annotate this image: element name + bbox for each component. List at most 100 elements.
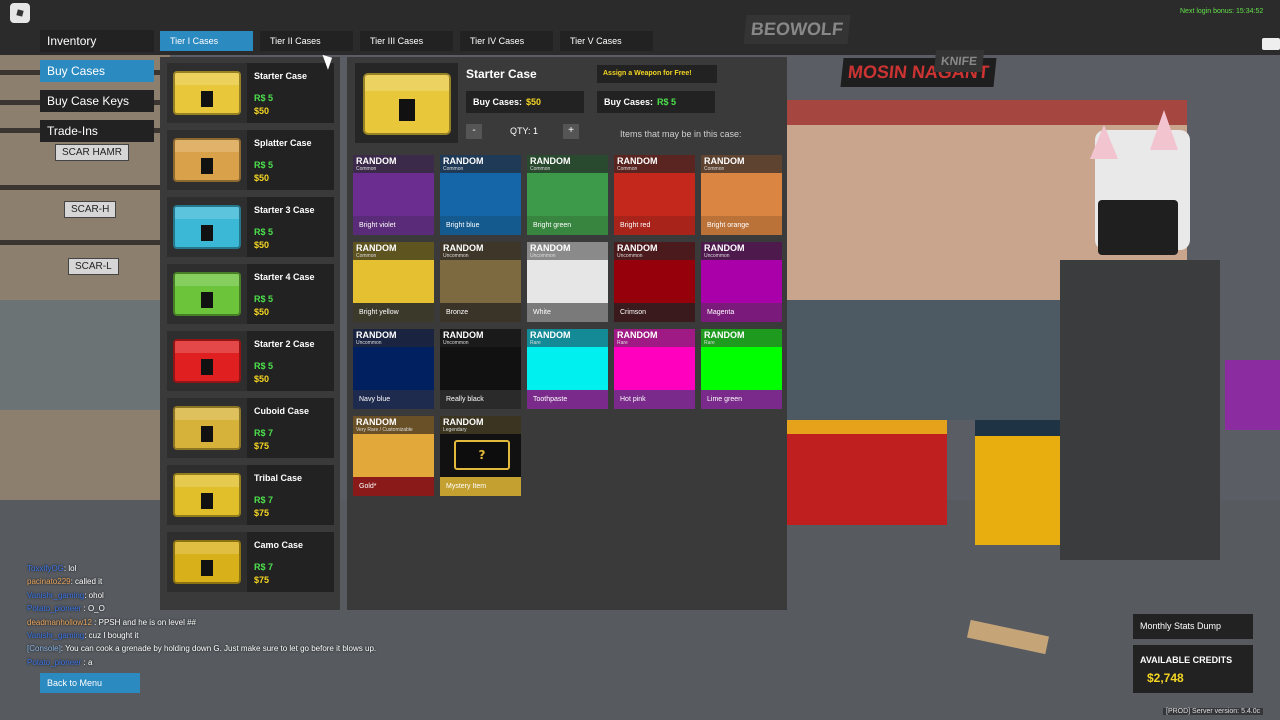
chat-message: deadmanhollow12 : PPSH and he is on leve… <box>27 616 376 629</box>
case-item-card[interactable]: RANDOM Common Bright green <box>527 155 608 235</box>
item-name: Bronze <box>446 309 469 316</box>
case-list-item[interactable]: Starter 3 Case R$ 5 $50 <box>167 197 334 257</box>
item-name: Lime green <box>707 396 743 403</box>
case-name: Starter Case <box>254 71 308 81</box>
case-list-item[interactable]: Tribal Case R$ 7 $75 <box>167 465 334 525</box>
chat-username[interactable]: ToxxifyOG <box>27 564 64 573</box>
player-character-arm <box>1225 360 1280 430</box>
chat-separator: : <box>81 604 88 614</box>
item-name: Toothpaste <box>533 396 568 403</box>
item-color-swatch <box>353 347 434 390</box>
qty-decrease-button[interactable]: - <box>466 124 482 139</box>
case-item-card[interactable]: RANDOM Common Bright yellow <box>353 242 434 322</box>
case-item-card[interactable]: RANDOM Common Bright blue <box>440 155 521 235</box>
case-list-item[interactable]: Cuboid Case R$ 7 $75 <box>167 398 334 458</box>
qty-increase-button[interactable]: + <box>563 124 579 139</box>
chat-text: cuz I bought it <box>88 631 139 641</box>
case-price-robux: R$ 5 <box>254 160 274 170</box>
item-random-label: RANDOM <box>530 156 571 166</box>
tab-tier-5[interactable]: Tier V Cases <box>560 31 653 51</box>
item-rarity: Rare <box>530 340 541 346</box>
item-color-swatch <box>440 173 521 216</box>
cat-ear-right <box>1150 110 1178 150</box>
case-item-card[interactable]: RANDOM Common Bright violet <box>353 155 434 235</box>
chat-message: pacinato229: called it <box>27 575 376 588</box>
wall-label: SCAR-L <box>68 258 119 275</box>
item-random-label: RANDOM <box>617 156 658 166</box>
case-item-card[interactable]: RANDOM Uncommon White <box>527 242 608 322</box>
case-list-item[interactable]: Starter Case R$ 5 $50 <box>167 63 334 123</box>
case-thumbnail <box>167 197 247 257</box>
nav-inventory[interactable]: Inventory <box>40 30 154 52</box>
case-price-usd: $75 <box>254 441 270 451</box>
chat-username[interactable]: Potato_pioneer <box>27 658 81 667</box>
item-name: Bright violet <box>359 222 396 229</box>
item-name: Really black <box>446 396 484 403</box>
case-item-card[interactable]: RANDOM Legendary Mystery Item? <box>440 416 521 496</box>
item-name: Navy blue <box>359 396 391 403</box>
tab-tier-1[interactable]: Tier I Cases <box>160 31 253 51</box>
poster: BEOWOLF <box>743 15 851 44</box>
chat-toggle-icon[interactable] <box>1262 38 1280 50</box>
monthly-stats-button[interactable]: Monthly Stats Dump <box>1133 614 1253 639</box>
chat-username[interactable]: deadmanhollow12 <box>27 618 92 627</box>
credits-label: AVAILABLE CREDITS <box>1140 655 1233 665</box>
case-name: Cuboid Case <box>254 406 310 416</box>
case-item-card[interactable]: RANDOM Uncommon Crimson <box>614 242 695 322</box>
buy-price-robux: R$ 5 <box>657 97 677 107</box>
nav-buy-cases[interactable]: Buy Cases <box>40 60 154 82</box>
case-preview <box>355 63 458 143</box>
assign-weapon-button[interactable]: Assign a Weapon for Free! <box>597 65 717 83</box>
item-name: Crimson <box>620 309 647 316</box>
chat-separator: : <box>91 617 99 627</box>
chat-username[interactable]: pacinato229 <box>27 577 71 586</box>
chat-username[interactable]: Potato_pioneer <box>27 604 81 613</box>
tab-tier-3[interactable]: Tier III Cases <box>360 31 453 51</box>
case-item-card[interactable]: RANDOM Uncommon Navy blue <box>353 329 434 409</box>
buy-price-usd: $50 <box>526 97 542 107</box>
case-image <box>173 71 241 115</box>
chat-username[interactable]: Vanishr_gaming <box>27 591 84 600</box>
case-item-card[interactable]: RANDOM Rare Hot pink <box>614 329 695 409</box>
case-thumbnail <box>167 331 247 391</box>
chat-text: You can cook a grenade by holding down G… <box>65 644 377 654</box>
back-to-menu-button[interactable]: Back to Menu <box>40 673 140 693</box>
case-item-card[interactable]: RANDOM Common Bright orange <box>701 155 782 235</box>
buy-cases-robux-button[interactable]: Buy Cases: R$ 5 <box>597 91 715 113</box>
buy-cases-usd-button[interactable]: Buy Cases: $50 <box>466 91 584 113</box>
case-price-usd: $50 <box>254 240 270 250</box>
case-title: Starter Case <box>466 67 537 81</box>
item-random-label: RANDOM <box>443 243 484 253</box>
case-item-card[interactable]: RANDOM Uncommon Really black <box>440 329 521 409</box>
case-name: Starter 4 Case <box>254 272 315 282</box>
case-image <box>173 205 241 249</box>
wall-label: SCAR HAMR <box>55 144 130 161</box>
case-item-card[interactable]: RANDOM Rare Lime green <box>701 329 782 409</box>
case-item-card[interactable]: RANDOM Uncommon Magenta <box>701 242 782 322</box>
chat-text: PPSH and he is on level ## <box>98 617 197 627</box>
item-random-label: RANDOM <box>356 156 397 166</box>
nav-buy-case-keys[interactable]: Buy Case Keys <box>40 90 154 112</box>
tab-tier-4[interactable]: Tier IV Cases <box>460 31 553 51</box>
item-random-label: RANDOM <box>443 417 484 427</box>
item-name: Magenta <box>707 309 735 316</box>
case-detail-panel: Starter Case Assign a Weapon for Free! B… <box>347 57 787 610</box>
case-item-card[interactable]: RANDOM Very Rare / Customizable Gold* <box>353 416 434 496</box>
red-crate <box>787 420 947 525</box>
item-random-label: RANDOM <box>617 330 658 340</box>
chat-username[interactable]: Vanishr_gaming <box>27 631 84 640</box>
item-color-swatch <box>701 173 782 216</box>
nav-trade-ins[interactable]: Trade-Ins <box>40 120 154 142</box>
case-item-card[interactable]: RANDOM Uncommon Bronze <box>440 242 521 322</box>
case-list-item[interactable]: Starter 4 Case R$ 5 $50 <box>167 264 334 324</box>
case-price-usd: $50 <box>254 307 270 317</box>
case-list-item[interactable]: Splatter Case R$ 5 $50 <box>167 130 334 190</box>
tab-tier-2[interactable]: Tier II Cases <box>260 31 353 51</box>
item-color-swatch <box>440 260 521 303</box>
chat-username[interactable]: [Console] <box>27 644 61 653</box>
roblox-menu-icon[interactable] <box>10 3 30 23</box>
case-list-item[interactable]: Starter 2 Case R$ 5 $50 <box>167 331 334 391</box>
case-item-card[interactable]: RANDOM Common Bright red <box>614 155 695 235</box>
case-item-card[interactable]: RANDOM Rare Toothpaste <box>527 329 608 409</box>
item-rarity: Uncommon <box>704 253 730 259</box>
